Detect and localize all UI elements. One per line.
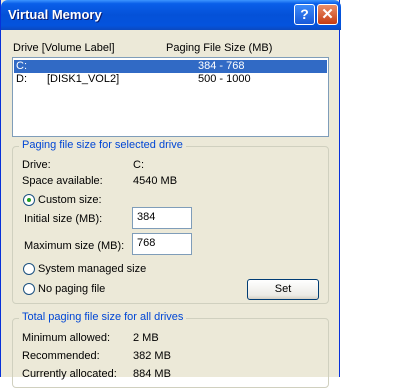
maximum-size-input[interactable]: 768 (132, 233, 192, 255)
space-available-value: 4540 MB (133, 175, 178, 187)
selected-drive-group: Paging file size for selected drive Driv… (12, 139, 329, 304)
help-button[interactable]: ? (294, 4, 315, 25)
system-managed-label[interactable]: System managed size (38, 263, 146, 275)
system-managed-radio[interactable] (23, 263, 35, 275)
window-title: Virtual Memory (8, 7, 102, 22)
initial-size-label: Initial size (MB): (24, 213, 103, 225)
custom-size-label[interactable]: Custom size: (38, 194, 102, 206)
paging-size: 500 - 1000 (198, 73, 251, 85)
custom-size-radio[interactable] (23, 194, 35, 206)
drive-value: C: (133, 159, 144, 171)
totals-group-title: Total paging file size for all drives (19, 311, 187, 323)
paging-size: 384 - 768 (198, 60, 245, 72)
drive-row-c[interactable]: C: 384 - 768 (14, 60, 327, 73)
drive-label: Drive: (22, 159, 51, 171)
volume-label: [DISK1_VOL2] (47, 73, 120, 85)
no-paging-radio[interactable] (23, 283, 35, 295)
close-icon: ✕ (321, 6, 334, 23)
currently-allocated-label: Currently allocated: (22, 368, 117, 380)
maximum-size-label: Maximum size (MB): (24, 240, 125, 252)
drive-column-header: Drive [Volume Label] (13, 42, 115, 54)
drive-list[interactable]: C: 384 - 768 D: [DISK1_VOL2] 500 - 1000 (12, 57, 329, 137)
close-button[interactable]: ✕ (317, 4, 338, 25)
initial-size-input[interactable]: 384 (132, 207, 192, 229)
selected-drive-group-title: Paging file size for selected drive (19, 139, 186, 151)
recommended-value: 382 MB (133, 350, 171, 362)
minimum-allowed-label: Minimum allowed: (22, 332, 111, 344)
drive-letter: C: (16, 60, 27, 72)
drive-row-d[interactable]: D: [DISK1_VOL2] 500 - 1000 (14, 73, 327, 86)
drive-letter: D: (16, 73, 27, 85)
size-column-header: Paging File Size (MB) (166, 42, 273, 54)
virtual-memory-dialog: Virtual Memory ? ✕ Drive [Volume Label] … (0, 0, 341, 388)
no-paging-label[interactable]: No paging file (38, 283, 105, 295)
totals-group: Total paging file size for all drives Mi… (12, 311, 329, 388)
help-icon: ? (300, 6, 309, 22)
recommended-label: Recommended: (22, 350, 100, 362)
minimum-allowed-value: 2 MB (133, 332, 159, 344)
space-available-label: Space available: (22, 175, 103, 187)
set-button[interactable]: Set (247, 279, 319, 300)
currently-allocated-value: 884 MB (133, 368, 171, 380)
title-bar[interactable]: Virtual Memory ? ✕ (1, 0, 341, 30)
